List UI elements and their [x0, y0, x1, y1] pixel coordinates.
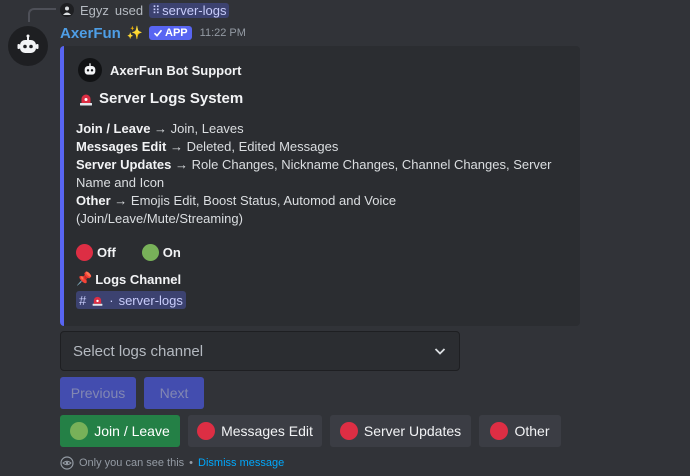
ephemeral-separator: •	[189, 457, 194, 469]
next-button[interactable]: Next	[144, 377, 204, 409]
embed-title: Server Logs System	[78, 90, 243, 107]
pushpin-icon: 📌	[76, 271, 93, 286]
status-legend: Off On	[76, 244, 181, 261]
robot-icon	[17, 34, 39, 53]
red-circle-icon	[490, 422, 509, 440]
author-name[interactable]: AxerFun	[60, 25, 121, 42]
check-icon	[153, 29, 163, 37]
next-label: Next	[159, 385, 189, 401]
user-avatar[interactable]	[60, 3, 74, 17]
command-header: Egyz used ⠿ server-logs	[60, 1, 230, 19]
siren-icon	[92, 296, 103, 306]
app-badge: APP	[149, 26, 192, 40]
previous-button[interactable]: Previous	[60, 377, 136, 409]
green-circle-icon	[70, 422, 89, 440]
embed-author: AxerFun Bot Support	[78, 58, 241, 82]
server-updates-toggle-button[interactable]: Server Updates	[330, 415, 471, 447]
legend-on-label: On	[162, 245, 181, 260]
ephemeral-text: Only you can see this	[79, 457, 185, 469]
desc-line-messages-edit: Messages Edit → Deleted, Edited Messages	[76, 139, 339, 154]
timestamp[interactable]: 11:22 PM	[200, 27, 246, 39]
previous-label: Previous	[70, 385, 126, 401]
channel-mention-name: server-logs	[118, 292, 183, 308]
embed-title-text: Server Logs System	[99, 90, 244, 107]
messages-edit-toggle-button[interactable]: Messages Edit	[188, 415, 322, 447]
channel-mention[interactable]: # · server-logs	[76, 291, 186, 309]
embed-author-name: AxerFun Bot Support	[110, 62, 242, 78]
message-header: AxerFun ✨ APP 11:22 PM	[60, 23, 246, 43]
channel-separator: ·	[109, 292, 114, 308]
chevron-down-icon	[434, 348, 446, 355]
siren-icon	[80, 94, 92, 105]
select-placeholder: Select logs channel	[73, 342, 204, 360]
desc-line-server-updates: Server Updates → Role Changes, Nickname …	[76, 157, 552, 190]
red-circle-icon	[197, 422, 216, 440]
robot-icon	[84, 63, 96, 75]
messages-edit-label: Messages Edit	[221, 423, 313, 439]
join-leave-toggle-button[interactable]: Join / Leave	[60, 415, 180, 447]
command-user[interactable]: Egyz	[80, 3, 109, 18]
hash-icon: #	[79, 292, 87, 308]
legend-off-label: Off	[97, 245, 116, 260]
red-circle-icon	[76, 244, 93, 261]
desc-line-join-leave: Join / Leave → Join, Leaves	[76, 121, 244, 136]
bot-avatar[interactable]	[8, 26, 48, 66]
other-toggle-button[interactable]: Other	[479, 415, 561, 447]
server-updates-label: Server Updates	[363, 423, 462, 439]
embed-author-avatar	[78, 58, 102, 82]
sparkles-icon: ✨	[126, 25, 144, 40]
reply-connector	[28, 8, 56, 22]
slash-command-icon: ⠿	[152, 4, 161, 17]
logs-channel-heading: 📌 Logs Channel	[76, 271, 181, 287]
red-circle-icon	[339, 422, 358, 440]
command-used-text: used	[114, 2, 144, 18]
embed-description: Join / Leave → Join, Leaves Messages Edi…	[76, 120, 556, 228]
join-leave-label: Join / Leave	[94, 423, 170, 439]
command-name: server-logs	[162, 2, 227, 18]
other-label: Other	[514, 423, 550, 439]
desc-line-other: Other → Emojis Edit, Boost Status, Autom…	[76, 193, 397, 226]
embed-card: AxerFun Bot Support Server Logs System J…	[60, 46, 580, 326]
eye-icon	[60, 456, 74, 470]
command-chip[interactable]: ⠿ server-logs	[149, 2, 230, 18]
dismiss-message-link[interactable]: Dismiss message	[198, 457, 284, 469]
logs-channel-select[interactable]: Select logs channel	[60, 331, 460, 371]
logs-channel-title: Logs Channel	[95, 271, 182, 287]
app-badge-label: APP	[165, 27, 188, 39]
ephemeral-notice: Only you can see this • Dismiss message	[60, 456, 284, 470]
green-circle-icon	[141, 244, 159, 261]
